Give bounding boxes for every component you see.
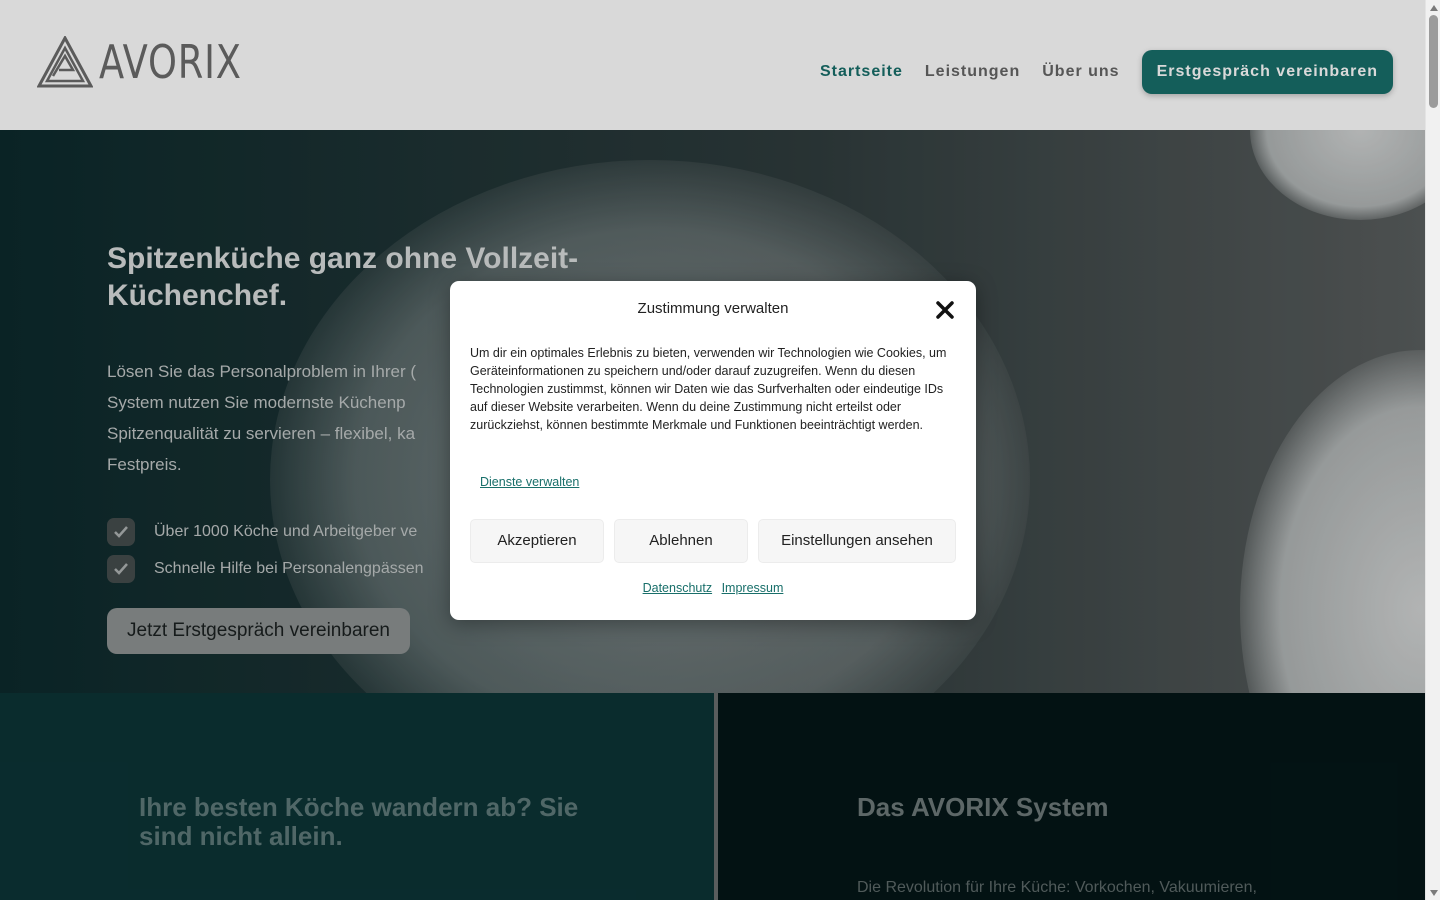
consent-dialog: Zustimmung verwalten Um dir ein optimale… [450, 281, 976, 620]
view-settings-button[interactable]: Einstellungen ansehen [758, 519, 956, 563]
page: AVORIX Startseite Leistungen Über uns Er… [0, 0, 1425, 900]
scrollbar-thumb[interactable] [1429, 15, 1438, 108]
scroll-up-icon[interactable] [1426, 0, 1440, 15]
close-icon[interactable] [934, 299, 956, 321]
imprint-link[interactable]: Impressum [722, 581, 784, 595]
deny-button[interactable]: Ablehnen [614, 519, 748, 563]
accept-button[interactable]: Akzeptieren [470, 519, 604, 563]
consent-footer-links: Datenschutz Impressum [450, 581, 976, 595]
privacy-link[interactable]: Datenschutz [643, 581, 712, 595]
consent-text: Um dir ein optimales Erlebnis zu bieten,… [470, 346, 947, 432]
scroll-down-icon[interactable] [1426, 885, 1440, 900]
consent-title: Zustimmung verwalten [637, 300, 789, 317]
modal-overlay: Zustimmung verwalten Um dir ein optimale… [0, 0, 1425, 900]
page-scrollbar[interactable] [1425, 0, 1440, 900]
manage-services-link[interactable]: Dienste verwalten [480, 475, 579, 489]
